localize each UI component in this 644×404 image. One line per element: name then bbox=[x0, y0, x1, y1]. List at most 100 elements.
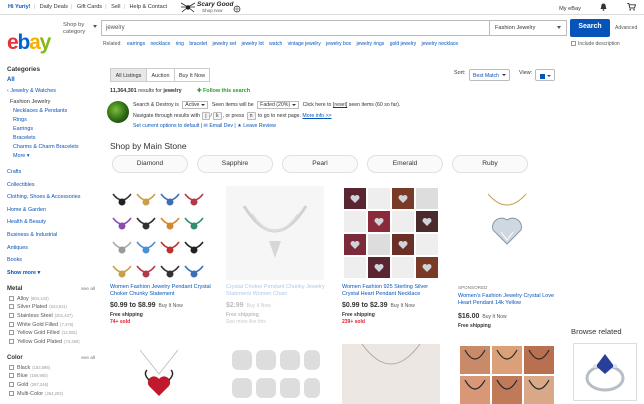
promo-banner[interactable]: Scary Good Shop now bbox=[180, 1, 241, 14]
product-card[interactable]: Women Fashion 925 Sterling Silver Crysta… bbox=[336, 178, 446, 338]
tab-auction[interactable]: Auction bbox=[147, 68, 175, 82]
subcategory-link[interactable]: Necklaces & Pendants bbox=[13, 108, 99, 114]
daily-deals-link[interactable]: Daily Deals bbox=[40, 4, 68, 10]
chevron-down-icon bbox=[93, 25, 97, 28]
facet-option[interactable]: Yellow Gold Filled (12,081) bbox=[9, 330, 99, 336]
subcategory-more-link[interactable]: More ▾ bbox=[13, 153, 99, 159]
related-link[interactable]: necklace bbox=[150, 41, 170, 47]
product-image[interactable] bbox=[226, 186, 324, 280]
top-category-link[interactable]: Clothing, Shoes & Accessories bbox=[7, 194, 99, 200]
product-image[interactable] bbox=[342, 186, 440, 280]
subcategory-link[interactable]: Bracelets bbox=[13, 135, 99, 141]
shop-by-category-button[interactable]: Shop by category bbox=[63, 22, 97, 35]
category-all-link[interactable]: All bbox=[7, 77, 99, 83]
product-image[interactable] bbox=[226, 344, 324, 404]
sort-select[interactable]: Best Match bbox=[469, 69, 510, 81]
bell-icon[interactable] bbox=[600, 3, 609, 12]
product-card[interactable] bbox=[104, 336, 214, 404]
product-card[interactable] bbox=[220, 336, 330, 404]
related-link[interactable]: earrings bbox=[127, 41, 145, 47]
product-card[interactable] bbox=[452, 336, 562, 404]
extension-line-1: Search & Destroy is Active Seen items wi… bbox=[133, 101, 400, 109]
facet-option[interactable]: Silver Plated (543,911) bbox=[9, 304, 99, 310]
more-info-link[interactable]: More info >> bbox=[302, 113, 331, 119]
cart-icon[interactable] bbox=[627, 3, 637, 12]
top-category-link[interactable]: Antiques bbox=[7, 245, 99, 251]
category-select[interactable]: Fashion Jewelry bbox=[490, 20, 567, 36]
stone-ruby-button[interactable]: Ruby bbox=[452, 155, 528, 173]
facet-option[interactable]: Gold (287,246) bbox=[9, 381, 99, 388]
subcategory-link[interactable]: Earrings bbox=[13, 126, 99, 132]
product-card[interactable]: Crystal Choker Pendant Chunky Jewelry St… bbox=[220, 178, 330, 338]
related-link[interactable]: ring bbox=[176, 41, 184, 47]
category-breadcrumb-link[interactable]: ‹ Jewelry & Watches bbox=[7, 88, 99, 94]
search-input[interactable]: jewelry bbox=[101, 20, 490, 36]
show-more-categories-link[interactable]: Show more ▾ bbox=[7, 270, 99, 276]
facet-option[interactable]: Multi-Color (254,203) bbox=[9, 390, 99, 397]
logo-letter-e: e bbox=[7, 31, 19, 54]
view-select[interactable] bbox=[535, 69, 555, 81]
sell-link[interactable]: Sell bbox=[111, 4, 120, 10]
subcategory-link[interactable]: Charms & Charm Bracelets bbox=[13, 144, 99, 150]
stone-pearl-button[interactable]: Pearl bbox=[282, 155, 358, 173]
product-image[interactable] bbox=[342, 344, 440, 404]
product-image[interactable] bbox=[458, 186, 556, 280]
browse-related-item[interactable] bbox=[573, 343, 637, 401]
related-link[interactable]: jewelry necklace bbox=[421, 41, 458, 47]
help-contact-link[interactable]: Help & Contact bbox=[129, 4, 167, 10]
search-button[interactable]: Search bbox=[570, 19, 610, 37]
my-ebay-link[interactable]: My eBay bbox=[559, 6, 581, 12]
facet-option[interactable]: White Gold Filled (7,476) bbox=[9, 321, 99, 328]
ext-text: Search & Destroy is bbox=[133, 102, 179, 108]
top-category-link[interactable]: Health & Beauty bbox=[7, 219, 99, 225]
related-link[interactable]: jewelry set bbox=[213, 41, 237, 47]
top-category-link[interactable]: Business & Industrial bbox=[7, 232, 99, 238]
product-title-link[interactable]: Women Fashion Jewelry Pendant Crystal Ch… bbox=[110, 284, 214, 297]
facet-option[interactable]: Yellow Gold Plated (73,359) bbox=[9, 338, 99, 345]
stone-sapphire-button[interactable]: Sapphire bbox=[197, 155, 273, 173]
product-image[interactable] bbox=[110, 344, 208, 404]
greeting-link[interactable]: Hi Yuriy! bbox=[8, 4, 31, 10]
related-link[interactable]: bracelet bbox=[189, 41, 207, 47]
fade-select[interactable]: Faded (20%) bbox=[257, 101, 300, 109]
top-category-link[interactable]: Books bbox=[7, 257, 99, 263]
facet-option-count: (254,203) bbox=[45, 390, 63, 396]
stone-diamond-button[interactable]: Diamond bbox=[112, 155, 188, 173]
product-image[interactable] bbox=[458, 344, 556, 404]
top-category-link[interactable]: Crafts bbox=[7, 169, 99, 175]
related-link[interactable]: jewelry lot bbox=[242, 41, 264, 47]
product-image[interactable] bbox=[110, 186, 208, 280]
product-title-link[interactable]: Crystal Choker Pendant Chunky Jewelry St… bbox=[226, 284, 330, 297]
facet-option[interactable]: Alloy (604,143) bbox=[9, 295, 99, 302]
stone-emerald-button[interactable]: Emerald bbox=[367, 155, 443, 173]
product-card[interactable] bbox=[336, 336, 446, 404]
include-description-checkbox[interactable]: Include description bbox=[571, 41, 620, 47]
see-all-link[interactable]: see all bbox=[81, 287, 95, 292]
related-link[interactable]: vintage jewelry bbox=[288, 41, 321, 47]
gift-cards-link[interactable]: Gift Cards bbox=[77, 4, 102, 10]
see-all-link[interactable]: see all bbox=[81, 356, 95, 361]
facet-option[interactable]: Blue (169,960) bbox=[9, 373, 99, 379]
tab-all-listings[interactable]: All Listings bbox=[110, 68, 147, 82]
product-title-link[interactable]: Women's Fashion Jewelry Crystal Love Hea… bbox=[458, 293, 562, 306]
subcategory-link[interactable]: Rings bbox=[13, 117, 99, 123]
product-card[interactable]: SPONSORED Women's Fashion Jewelry Crysta… bbox=[452, 178, 562, 338]
related-link[interactable]: jewelry rings bbox=[357, 41, 385, 47]
extension-options-links[interactable]: Set current options to default | ✉ Email… bbox=[133, 123, 276, 129]
see-more-like-this-link[interactable]: See more like this bbox=[226, 319, 266, 325]
facet-option[interactable]: Stainless Steel (201,437) bbox=[9, 312, 99, 319]
reset-link[interactable]: [reset] bbox=[333, 102, 347, 108]
tab-buy-it-now[interactable]: Buy It Now bbox=[175, 68, 210, 82]
top-category-link[interactable]: Collectibles bbox=[7, 182, 99, 188]
facet-option[interactable]: Black (183,596) bbox=[9, 364, 99, 371]
related-link[interactable]: jewelry box bbox=[326, 41, 351, 47]
ebay-logo[interactable]: ebay bbox=[7, 31, 51, 54]
related-link[interactable]: gold jewelry bbox=[390, 41, 416, 47]
advanced-search-link[interactable]: Advanced bbox=[615, 25, 637, 31]
top-category-link[interactable]: Home & Garden bbox=[7, 207, 99, 213]
active-select[interactable]: Active bbox=[182, 101, 209, 109]
follow-search-button[interactable]: ✚ Follow this search bbox=[197, 88, 250, 94]
product-title-link[interactable]: Women Fashion 925 Sterling Silver Crysta… bbox=[342, 284, 446, 297]
related-link[interactable]: watch bbox=[269, 41, 282, 47]
product-card[interactable]: Women Fashion Jewelry Pendant Crystal Ch… bbox=[104, 178, 214, 338]
